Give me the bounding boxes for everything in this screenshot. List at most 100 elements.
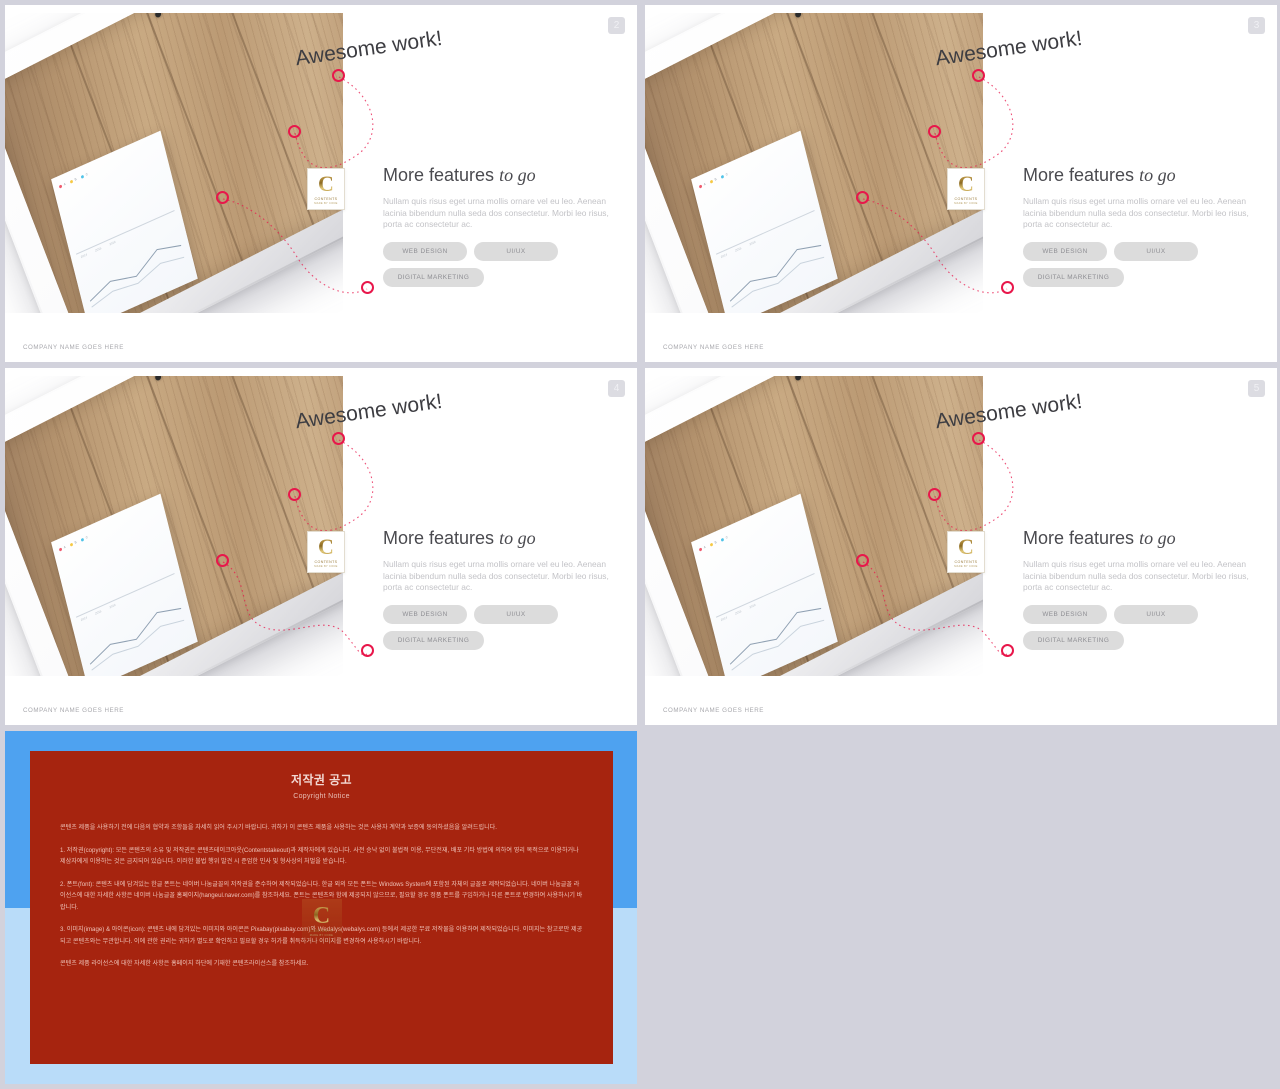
connector-node-tablet-edge bbox=[856, 191, 869, 204]
section-headline: More features to go bbox=[383, 528, 618, 549]
copyright-paragraph-1: 1. 저작권(copyright): 모든 콘텐츠의 소유 및 저작권은 콘텐츠… bbox=[60, 846, 579, 866]
pill-digital-marketing[interactable]: DIGITAL MARKETING bbox=[383, 267, 484, 287]
pill-ui-ux[interactable]: UI/UX bbox=[1114, 604, 1198, 624]
pill-ui-ux[interactable]: UI/UX bbox=[1114, 241, 1198, 261]
slide-content-block: More features to go Nullam quis risus eg… bbox=[1023, 528, 1258, 650]
pill-ui-ux[interactable]: UI/UX bbox=[474, 604, 558, 624]
connector-node-tablet-edge bbox=[216, 191, 229, 204]
paper-chart-sheet: A B C 2014 2015 2016 bbox=[690, 131, 838, 313]
slide-number-badge: 2 bbox=[608, 17, 625, 34]
slide-panel-2[interactable]: 3 A B C 2014 2015 2016 Awesome work! C C… bbox=[645, 5, 1277, 362]
connector-node-bottom bbox=[1001, 644, 1014, 657]
brand-logo-badge: C CONTENTS MADE BY CODE bbox=[947, 168, 985, 210]
tag-pill-group: WEB DESIGN UI/UX DIGITAL MARKETING bbox=[1023, 604, 1258, 650]
logo-line1: CONTENTS bbox=[310, 929, 333, 933]
body-paragraph: Nullam quis risus eget urna mollis ornar… bbox=[1023, 559, 1249, 592]
body-paragraph: Nullam quis risus eget urna mollis ornar… bbox=[1023, 196, 1249, 229]
pill-ui-ux[interactable]: UI/UX bbox=[474, 241, 558, 261]
connector-node-top bbox=[972, 432, 985, 445]
slide-number-badge: 5 bbox=[1248, 380, 1265, 397]
headline-main: More features bbox=[383, 165, 500, 185]
brand-logo-badge: C CONTENTS MADE BY CODE bbox=[307, 168, 345, 210]
company-name-footer: COMPANY NAME GOES HERE bbox=[23, 707, 124, 714]
headline-italic: to go bbox=[1139, 165, 1176, 185]
headline-italic: to go bbox=[499, 528, 536, 548]
pill-web-design[interactable]: WEB DESIGN bbox=[1023, 241, 1107, 261]
pill-digital-marketing[interactable]: DIGITAL MARKETING bbox=[1023, 267, 1124, 287]
company-name-footer: COMPANY NAME GOES HERE bbox=[663, 344, 764, 351]
copyright-card: 저작권 공고 Copyright Notice C CONTENTS MADE … bbox=[30, 751, 613, 1064]
connector-node-top bbox=[972, 69, 985, 82]
logo-line2: MADE BY CODE bbox=[309, 934, 334, 937]
section-headline: More features to go bbox=[1023, 528, 1258, 549]
headline-main: More features bbox=[1023, 528, 1140, 548]
logo-letter: C bbox=[958, 171, 974, 196]
connector-node-bottom bbox=[1001, 281, 1014, 294]
slide-panel-3[interactable]: 4 A B C 2014 2015 2016 Awesome work! C C… bbox=[5, 368, 637, 725]
connector-node-tablet-corner bbox=[288, 488, 301, 501]
body-paragraph: Nullam quis risus eget urna mollis ornar… bbox=[383, 196, 609, 229]
logo-letter: C bbox=[312, 903, 331, 929]
connector-node-tablet-edge bbox=[216, 554, 229, 567]
body-paragraph: Nullam quis risus eget urna mollis ornar… bbox=[383, 559, 609, 592]
connector-node-bottom bbox=[361, 281, 374, 294]
pill-digital-marketing[interactable]: DIGITAL MARKETING bbox=[1023, 630, 1124, 650]
tablet-screen-wood-wallpaper: A B C 2014 2015 2016 bbox=[5, 376, 343, 676]
tag-pill-group: WEB DESIGN UI/UX DIGITAL MARKETING bbox=[1023, 241, 1258, 287]
connector-node-tablet-corner bbox=[928, 125, 941, 138]
tablet-screen-wood-wallpaper: A B C 2014 2015 2016 bbox=[5, 13, 343, 313]
logo-letter: C bbox=[958, 534, 974, 559]
paper-chart-sheet: A B C 2014 2015 2016 bbox=[50, 494, 198, 676]
copyright-slide-panel[interactable]: 저작권 공고 Copyright Notice C CONTENTS MADE … bbox=[5, 731, 637, 1084]
headline-main: More features bbox=[1023, 165, 1140, 185]
copyright-subtitle: Copyright Notice bbox=[293, 793, 350, 800]
paper-chart-sheet: A B C 2014 2015 2016 bbox=[50, 131, 198, 313]
slide-panel-4[interactable]: 5 A B C 2014 2015 2016 Awesome work! C C… bbox=[645, 368, 1277, 725]
logo-line1: CONTENTS bbox=[954, 560, 978, 564]
section-headline: More features to go bbox=[1023, 165, 1258, 186]
tablet-mockup: A B C 2014 2015 2016 bbox=[5, 376, 343, 676]
logo-line2: MADE BY CODE bbox=[954, 565, 978, 568]
headline-italic: to go bbox=[1139, 528, 1176, 548]
slide-grid-canvas: 2 A B C 2014 2015 2016 Awesome work! C C… bbox=[0, 0, 1280, 1089]
copyright-title: 저작권 공고 bbox=[291, 773, 352, 787]
connector-node-top bbox=[332, 69, 345, 82]
logo-line1: CONTENTS bbox=[314, 197, 338, 201]
tag-pill-group: WEB DESIGN UI/UX DIGITAL MARKETING bbox=[383, 604, 618, 650]
company-name-footer: COMPANY NAME GOES HERE bbox=[663, 707, 764, 714]
connector-node-tablet-corner bbox=[288, 125, 301, 138]
headline-main: More features bbox=[383, 528, 500, 548]
watermark-logo: C CONTENTS MADE BY CODE bbox=[301, 899, 342, 943]
copyright-paragraph-footer: 콘텐츠 제품 라이선스에 대한 자세한 사항은 홈페이지 하단에 기재한 콘텐츠… bbox=[60, 960, 309, 967]
logo-letter: C bbox=[318, 171, 334, 196]
logo-line2: MADE BY CODE bbox=[954, 202, 978, 205]
paper-chart-sheet: A B C 2014 2015 2016 bbox=[690, 494, 838, 676]
connector-node-tablet-edge bbox=[856, 554, 869, 567]
logo-line1: CONTENTS bbox=[954, 197, 978, 201]
logo-letter: C bbox=[318, 534, 334, 559]
slide-panel-1[interactable]: 2 A B C 2014 2015 2016 Awesome work! C C… bbox=[5, 5, 637, 362]
tablet-mockup: A B C 2014 2015 2016 bbox=[5, 13, 343, 313]
brand-logo-badge: C CONTENTS MADE BY CODE bbox=[947, 531, 985, 573]
connector-node-top bbox=[332, 432, 345, 445]
logo-line1: CONTENTS bbox=[314, 560, 338, 564]
connector-node-tablet-corner bbox=[928, 488, 941, 501]
slide-content-block: More features to go Nullam quis risus eg… bbox=[383, 165, 618, 287]
pill-web-design[interactable]: WEB DESIGN bbox=[1023, 604, 1107, 624]
tablet-mockup: A B C 2014 2015 2016 bbox=[645, 13, 983, 313]
section-headline: More features to go bbox=[383, 165, 618, 186]
tablet-mockup: A B C 2014 2015 2016 bbox=[645, 376, 983, 676]
headline-italic: to go bbox=[499, 165, 536, 185]
logo-line2: MADE BY CODE bbox=[314, 202, 338, 205]
pill-web-design[interactable]: WEB DESIGN bbox=[383, 241, 467, 261]
slide-content-block: More features to go Nullam quis risus eg… bbox=[383, 528, 618, 650]
pill-digital-marketing[interactable]: DIGITAL MARKETING bbox=[383, 630, 484, 650]
brand-logo-badge: C CONTENTS MADE BY CODE bbox=[307, 531, 345, 573]
slide-content-block: More features to go Nullam quis risus eg… bbox=[1023, 165, 1258, 287]
copyright-paragraph-intro: 콘텐츠 제품을 사용하기 전에 다음의 협약과 조항들을 자세히 읽어 주시기 … bbox=[60, 824, 497, 831]
slide-number-badge: 4 bbox=[608, 380, 625, 397]
connector-node-bottom bbox=[361, 644, 374, 657]
slide-number-badge: 3 bbox=[1248, 17, 1265, 34]
pill-web-design[interactable]: WEB DESIGN bbox=[383, 604, 467, 624]
tablet-screen-wood-wallpaper: A B C 2014 2015 2016 bbox=[645, 376, 983, 676]
